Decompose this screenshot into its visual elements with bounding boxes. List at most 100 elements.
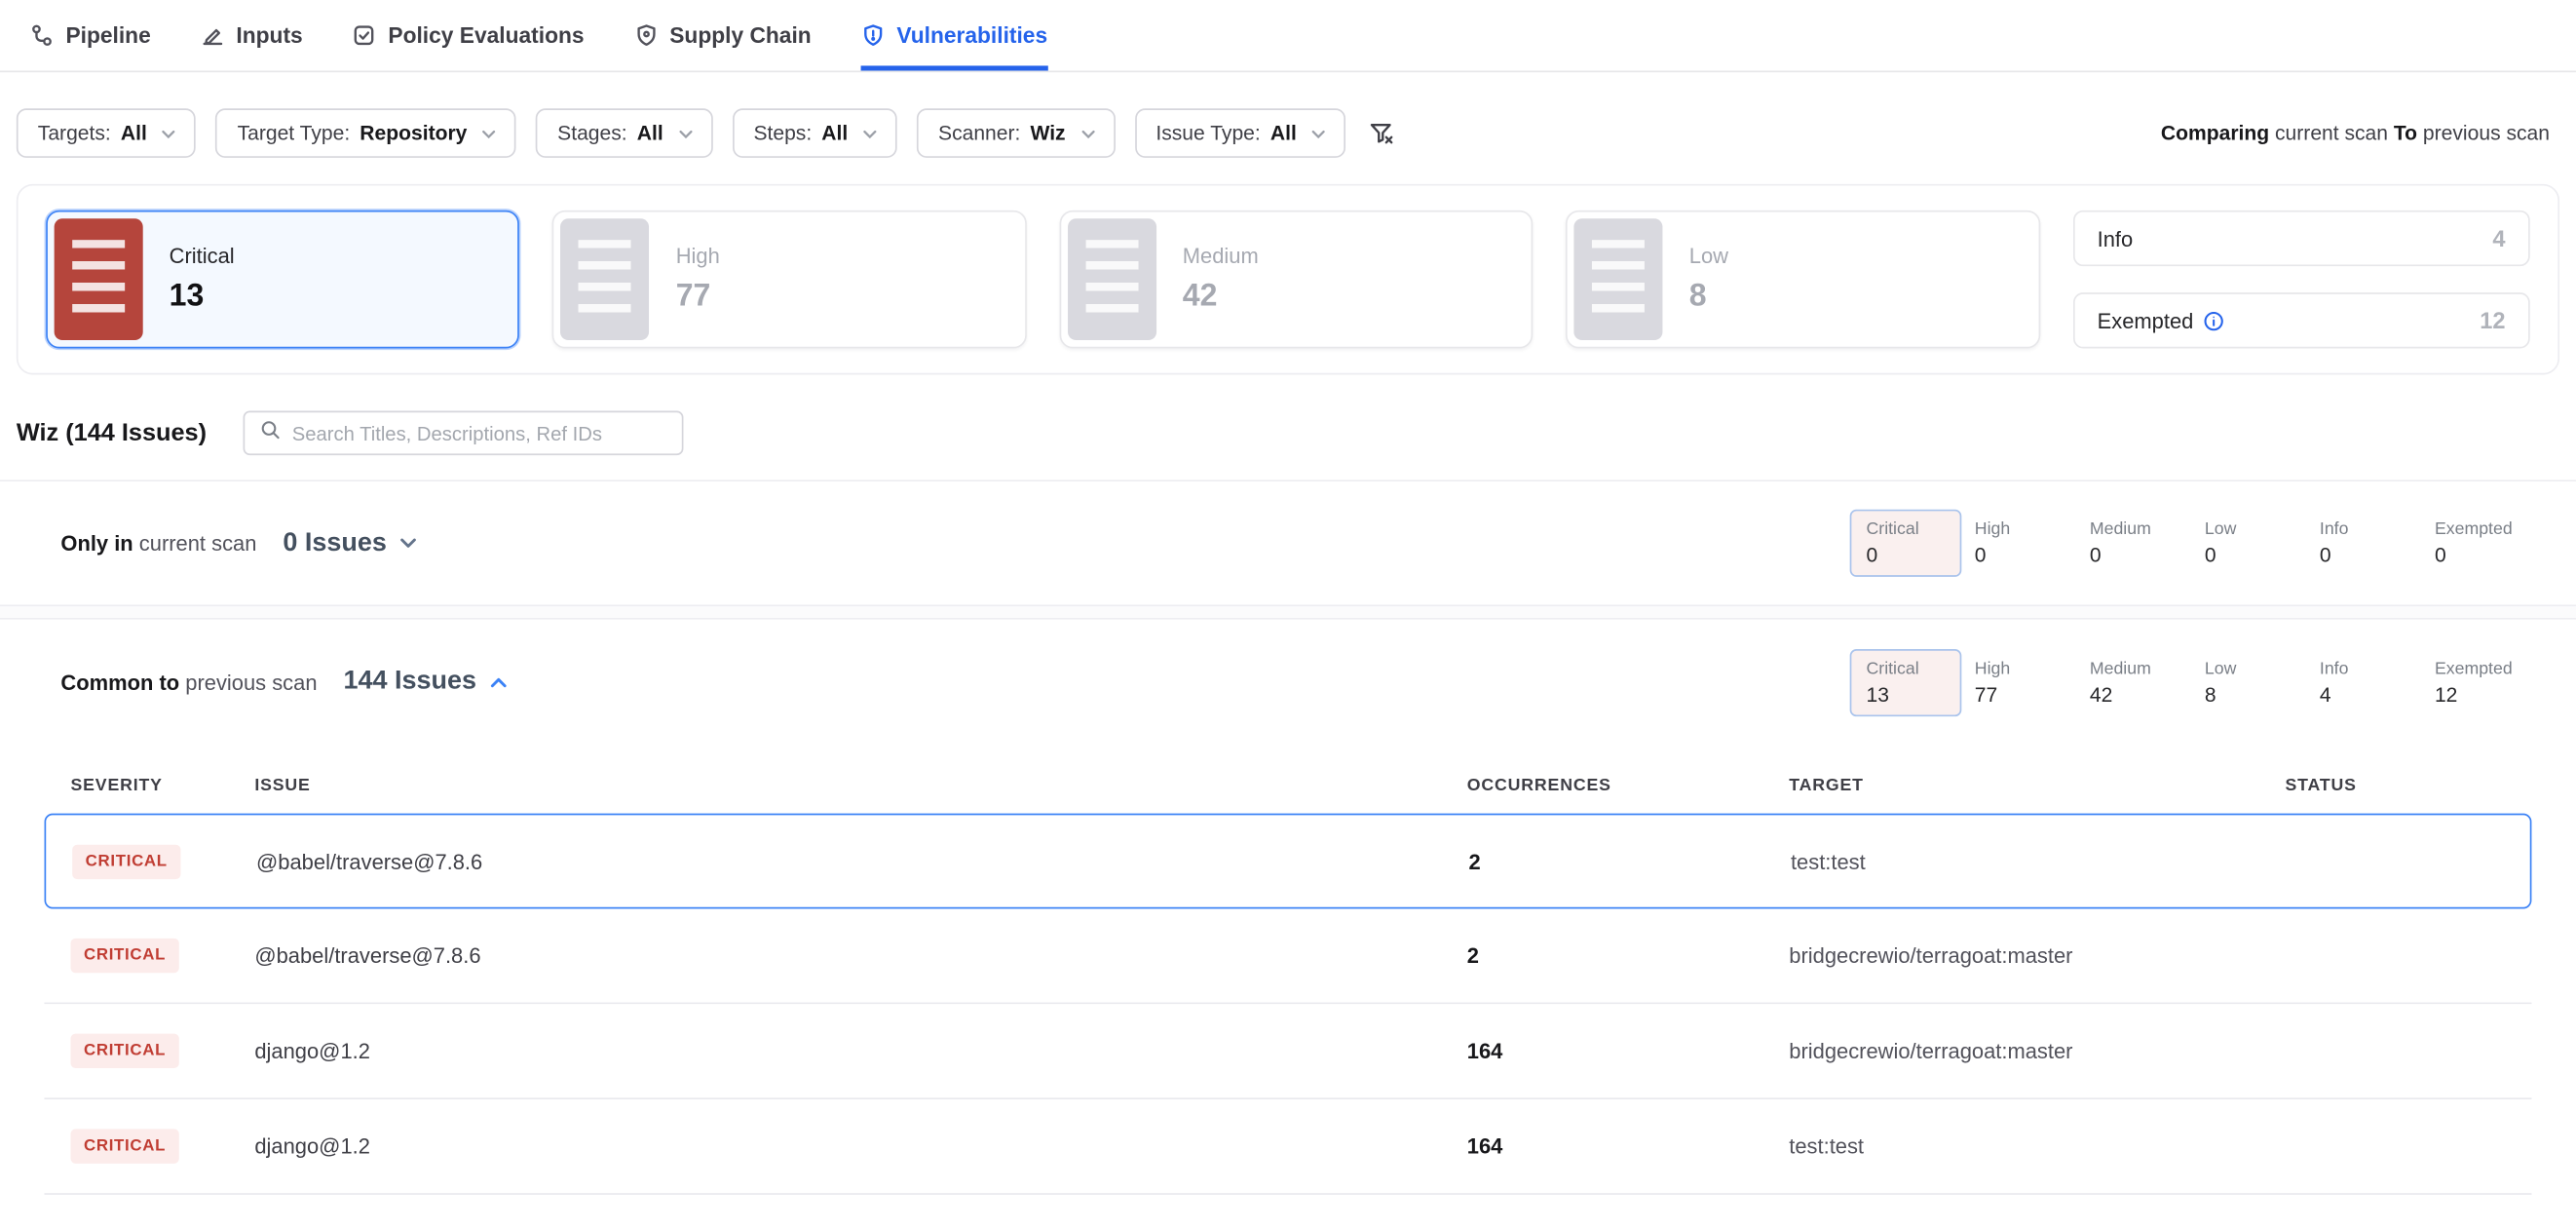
comparing-current: current scan xyxy=(2275,122,2388,145)
tab-vulnerabilities[interactable]: Vulnerabilities xyxy=(860,0,1047,71)
severity-card-label: Medium xyxy=(1183,244,1259,268)
severity-card-count: 8 xyxy=(1689,280,1728,316)
section-label-bold: Only in xyxy=(60,531,133,556)
search-input[interactable] xyxy=(292,422,666,445)
common-to-previous-issues-toggle[interactable]: 144 Issues xyxy=(344,668,510,697)
table-row[interactable]: CRITICAL @babel/traverse@7.8.6 2 bridgec… xyxy=(45,908,2532,1004)
tab-label: Vulnerabilities xyxy=(896,23,1047,48)
chip-critical[interactable]: Critical 13 xyxy=(1850,648,1962,715)
chevron-down-icon xyxy=(861,124,880,142)
column-header-status: STATUS xyxy=(2286,776,2532,795)
severity-card-info[interactable]: Info 4 xyxy=(2072,211,2529,266)
tab-label: Inputs xyxy=(236,23,302,48)
tab-label: Supply Chain xyxy=(669,23,811,48)
tab-policy-evaluations[interactable]: Policy Evaluations xyxy=(352,0,584,71)
issues-table-body: CRITICAL @babel/traverse@7.8.6 2 test:te… xyxy=(45,814,2532,1195)
tab-label: Pipeline xyxy=(65,23,150,48)
chevron-down-icon xyxy=(1309,124,1328,142)
occurrences-count: 164 xyxy=(1467,1133,1789,1158)
filter-label: Stages: xyxy=(557,122,626,145)
section-label-bold: Common to xyxy=(60,670,179,694)
target-name: bridgecrewio/terragoat:master xyxy=(1789,1039,2285,1063)
chip-medium[interactable]: Medium 0 xyxy=(2090,511,2192,575)
issues-count: 0 Issues xyxy=(283,528,386,557)
issue-name: django@1.2 xyxy=(254,1039,1466,1063)
column-header-severity: SEVERITY xyxy=(45,776,255,795)
search-icon xyxy=(259,418,281,447)
side-label: Info xyxy=(2098,226,2134,250)
severity-badge: CRITICAL xyxy=(71,939,179,973)
table-row[interactable]: CRITICAL django@1.2 164 test:test xyxy=(45,1099,2532,1195)
severity-card-exempted[interactable]: Exempted 12 xyxy=(2072,292,2529,348)
chevron-up-icon xyxy=(488,672,510,693)
issue-name: django@1.2 xyxy=(254,1133,1466,1158)
scanner-filter-dropdown[interactable]: Scanner: Wiz xyxy=(917,108,1115,158)
issues-count: 144 Issues xyxy=(344,668,477,697)
filter-value: All xyxy=(637,122,663,145)
chip-info[interactable]: Info 4 xyxy=(2320,650,2422,714)
issues-table-header: SEVERITY ISSUE OCCURRENCES TARGET STATUS xyxy=(45,764,2532,807)
comparing-to-label: To xyxy=(2394,122,2417,145)
severity-chips: Critical 0 High 0 Medium 0 Low 0 Info 0 … xyxy=(1850,510,2537,577)
severity-summary-panel: Critical 13 High 77 Medium 42 Low 8 xyxy=(17,184,2559,375)
info-icon[interactable] xyxy=(2203,310,2224,331)
issue-name: @babel/traverse@7.8.6 xyxy=(254,943,1466,968)
table-row[interactable]: CRITICAL @babel/traverse@7.8.6 2 test:te… xyxy=(45,814,2532,909)
comparing-previous: previous scan xyxy=(2423,122,2550,145)
column-header-occurrences: OCCURRENCES xyxy=(1467,776,1789,795)
column-header-target: TARGET xyxy=(1789,776,2285,795)
section-label-rest: current scan xyxy=(139,531,257,556)
only-in-current-issues-toggle[interactable]: 0 Issues xyxy=(283,528,419,557)
chip-low[interactable]: Low 0 xyxy=(2205,511,2307,575)
issue-type-filter-dropdown[interactable]: Issue Type:All xyxy=(1134,108,1345,158)
filter-label: Target Type: xyxy=(238,122,351,145)
chip-exempted[interactable]: Exempted 12 xyxy=(2435,650,2537,714)
only-in-current-scan-section: Only in current scan 0 Issues Critical 0… xyxy=(0,481,2576,606)
clear-filters-icon[interactable] xyxy=(1369,120,1395,146)
filter-value: Wiz xyxy=(1030,122,1065,145)
inputs-icon xyxy=(200,23,224,48)
severity-card-low[interactable]: Low 8 xyxy=(1566,211,2039,349)
stages-filter-dropdown[interactable]: Stages: All xyxy=(536,108,712,158)
chip-low[interactable]: Low 8 xyxy=(2205,650,2307,714)
vulnerabilities-shield-icon xyxy=(860,23,885,48)
occurrences-count: 164 xyxy=(1467,1039,1789,1063)
occurrences-count: 2 xyxy=(1467,943,1789,968)
tab-supply-chain[interactable]: Supply Chain xyxy=(633,0,812,71)
chip-high[interactable]: High 77 xyxy=(1975,650,2077,714)
target-name: test:test xyxy=(1789,1133,2285,1158)
supply-chain-shield-icon xyxy=(633,23,658,48)
chevron-down-icon xyxy=(398,532,420,554)
targets-filter-dropdown[interactable]: Targets:All xyxy=(17,108,197,158)
high-list-icon xyxy=(561,218,650,340)
tab-bar: Pipeline Inputs Policy Evaluations Suppl… xyxy=(0,0,2576,72)
severity-card-critical[interactable]: Critical 13 xyxy=(46,211,519,349)
occurrences-count: 2 xyxy=(1468,849,1790,873)
target-name: test:test xyxy=(1791,849,2287,873)
target-type-filter-dropdown[interactable]: Target Type:Repository xyxy=(216,108,516,158)
chip-high[interactable]: High 0 xyxy=(1975,511,2077,575)
chip-exempted[interactable]: Exempted 0 xyxy=(2435,511,2537,575)
chip-critical[interactable]: Critical 0 xyxy=(1850,510,1962,577)
tab-pipeline[interactable]: Pipeline xyxy=(29,0,150,71)
app-root: Pipeline Inputs Policy Evaluations Suppl… xyxy=(0,0,2576,1228)
issues-search-box[interactable] xyxy=(243,411,683,456)
common-to-previous-scan-section: Common to previous scan 144 Issues Criti… xyxy=(0,620,2576,745)
severity-card-high[interactable]: High 77 xyxy=(552,211,1026,349)
tab-inputs[interactable]: Inputs xyxy=(200,0,302,71)
tab-label: Policy Evaluations xyxy=(388,23,584,48)
severity-card-label: Critical xyxy=(170,244,235,268)
chip-medium[interactable]: Medium 42 xyxy=(2090,650,2192,714)
steps-filter-dropdown[interactable]: Steps:All xyxy=(733,108,897,158)
table-row[interactable]: CRITICAL django@1.2 164 bridgecrewio/ter… xyxy=(45,1004,2532,1099)
policy-check-icon xyxy=(352,23,376,48)
severity-side-column: Info 4 Exempted 12 xyxy=(2072,211,2529,349)
critical-list-icon xyxy=(55,218,143,340)
filter-label: Scanner: xyxy=(938,122,1020,145)
chip-info[interactable]: Info 0 xyxy=(2320,511,2422,575)
comparison-status: Comparing current scan To previous scan xyxy=(2161,122,2559,145)
section-label: Common to previous scan xyxy=(60,670,317,694)
filter-value: All xyxy=(1270,122,1297,145)
severity-chips: Critical 13 High 77 Medium 42 Low 8 Info… xyxy=(1850,648,2537,715)
severity-card-medium[interactable]: Medium 42 xyxy=(1059,211,1533,349)
